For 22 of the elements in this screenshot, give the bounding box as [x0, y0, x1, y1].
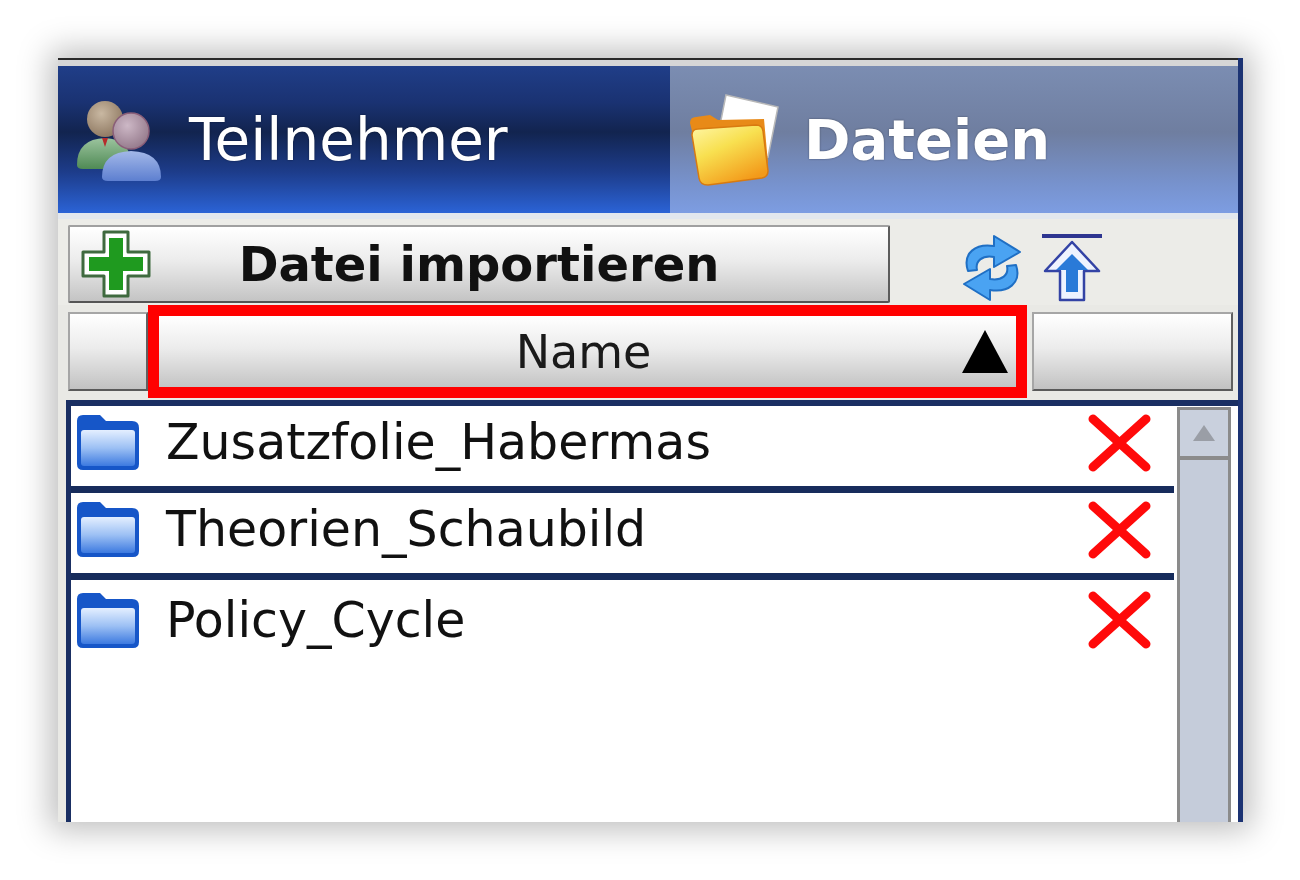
- plus-icon: [80, 229, 152, 299]
- column-header[interactable]: [1032, 312, 1233, 391]
- folder-icon: [74, 590, 142, 650]
- folder-icon: [74, 413, 142, 472]
- arrow-to-top-icon[interactable]: [1041, 234, 1103, 302]
- delete-icon[interactable]: [1087, 591, 1152, 649]
- tab[interactable]: Dateien: [670, 66, 1238, 213]
- scroll-up-button[interactable]: [1180, 410, 1228, 460]
- column-header[interactable]: [68, 312, 148, 391]
- folder-with-paper-icon: [688, 93, 780, 186]
- scrollbar-track[interactable]: [1177, 407, 1231, 822]
- file-name: Zusatzfolie_Habermas: [166, 414, 711, 471]
- column-header[interactable]: Name: [159, 316, 1016, 387]
- scroll-up-icon: [1193, 425, 1215, 441]
- file-name: Theorien_Schaubild: [166, 501, 647, 558]
- delete-icon[interactable]: [1087, 500, 1152, 559]
- tab[interactable]: Teilnehmer: [58, 66, 670, 213]
- refresh-icon[interactable]: [960, 233, 1024, 303]
- folder-icon: [74, 500, 142, 559]
- delete-icon[interactable]: [1087, 413, 1152, 472]
- import-file-button[interactable]: Datei importieren: [68, 225, 890, 303]
- file-name: Policy_Cycle: [166, 591, 466, 649]
